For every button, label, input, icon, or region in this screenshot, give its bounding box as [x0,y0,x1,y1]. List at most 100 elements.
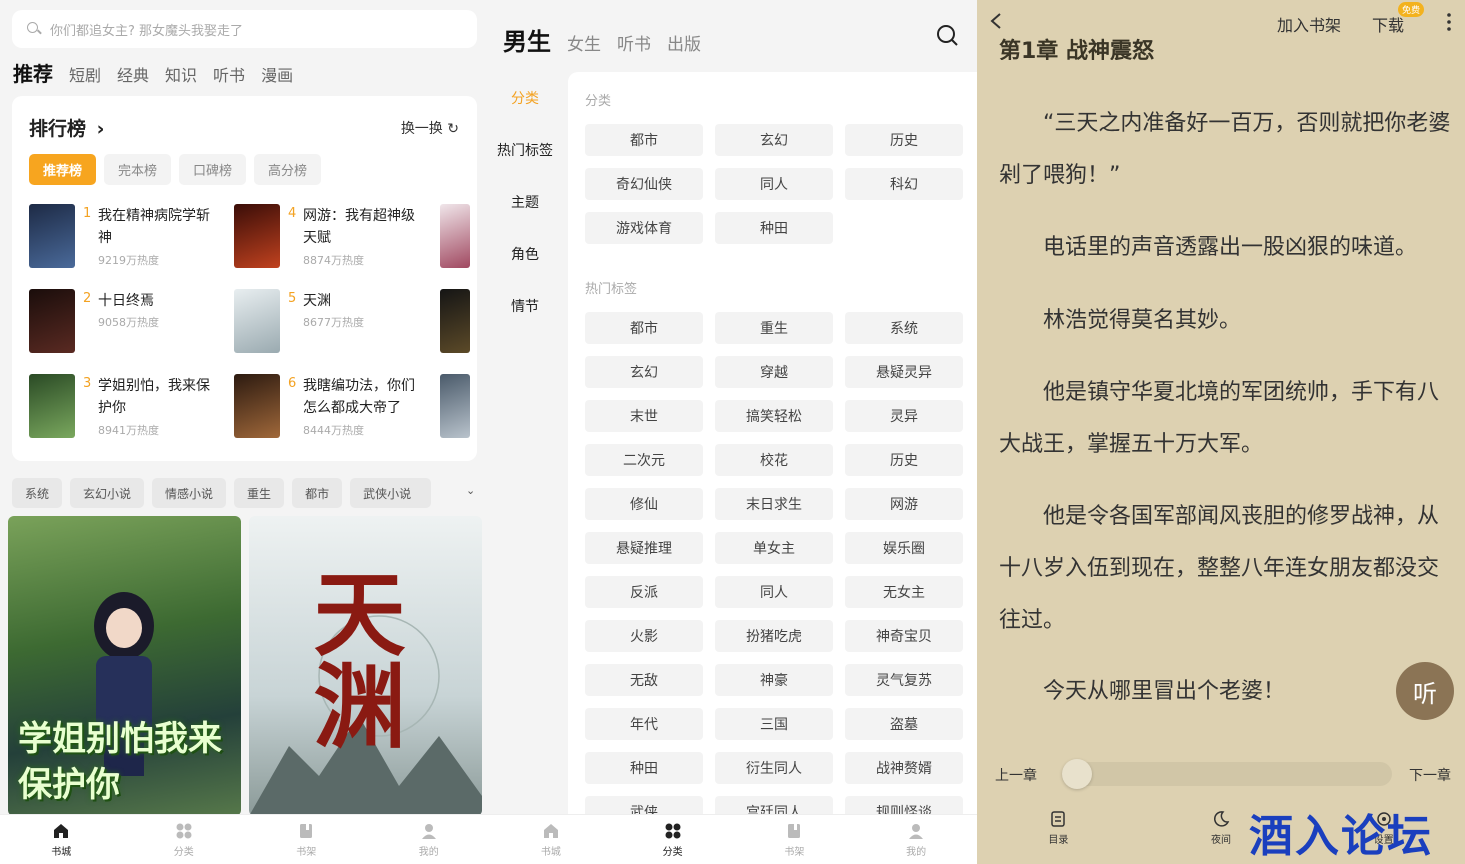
tab-male[interactable]: 男生 [503,22,551,57]
tab-recommend[interactable]: 推荐 [13,58,53,87]
hot-tag-chip[interactable]: 搞笑轻松 [715,400,833,432]
featured-book-cover[interactable]: 天渊 [249,516,482,816]
chapter-progress-slider[interactable] [1062,759,1392,789]
hot-tag-chip[interactable]: 悬疑推理 [585,532,703,564]
tag-chip[interactable]: 情感小说 [152,478,227,508]
hot-tag-chip[interactable]: 神豪 [715,664,833,696]
search-bar[interactable]: 你们都追女主? 那女魔头我娶走了 [12,10,477,48]
hot-tag-chip[interactable]: 重生 [715,312,833,344]
tab-audio[interactable]: 听书 [213,62,245,86]
category-chip[interactable]: 历史 [845,124,963,156]
tag-chip[interactable]: 都市 [292,478,343,508]
rank-item[interactable]: 4 网游：我有超神级天赋 8874万热度 [234,204,434,272]
listen-button[interactable]: 听 [1396,662,1454,720]
category-chip[interactable]: 游戏体育 [585,212,703,244]
back-icon[interactable] [989,12,1003,30]
nav-category[interactable]: 分类 [154,822,214,858]
add-to-shelf-button[interactable]: 加入书架 [1277,12,1341,36]
tab-comic[interactable]: 漫画 [261,62,293,86]
prev-chapter-button[interactable]: 上一章 [995,765,1037,785]
hot-tag-chip[interactable]: 灵异 [845,400,963,432]
rank-item[interactable]: 1 我在精神病院学斩神 9219万热度 [29,204,229,272]
hot-tag-chip[interactable]: 灵气复苏 [845,664,963,696]
hot-tag-chip[interactable]: 火影 [585,620,703,652]
book-cover-partial[interactable] [440,374,470,438]
nav-category[interactable]: 分类 [643,822,703,858]
tab-classic[interactable]: 经典 [117,62,149,86]
sidebar-item-role[interactable]: 角色 [490,228,560,280]
category-chip[interactable]: 种田 [715,212,833,244]
refresh-button[interactable]: 换一换 ↻ [401,118,459,138]
hot-tag-chip[interactable]: 系统 [845,312,963,344]
sidebar-item-hot-tags[interactable]: 热门标签 [490,124,560,176]
hot-tag-chip[interactable]: 战神赘婿 [845,752,963,784]
chip-high-score[interactable]: 高分榜 [254,154,322,185]
nav-bookshelf[interactable]: 书架 [764,822,824,858]
book-cover-partial[interactable] [440,289,470,353]
rank-title[interactable]: 排行榜 › [29,114,104,141]
nav-profile[interactable]: 我的 [886,822,946,858]
chip-finished[interactable]: 完本榜 [104,154,172,185]
hot-tag-chip[interactable]: 年代 [585,708,703,740]
hot-tag-chip[interactable]: 无敌 [585,664,703,696]
hot-tag-chip[interactable]: 穿越 [715,356,833,388]
category-chip[interactable]: 玄幻 [715,124,833,156]
chevron-down-icon[interactable]: ⌄ [466,484,475,497]
rank-item[interactable]: 2 十日终焉 9058万热度 [29,289,229,357]
hot-tag-chip[interactable]: 单女主 [715,532,833,564]
rank-item[interactable]: 6 我瞎编功法，你们怎么都成大帝了 8444万热度 [234,374,434,442]
hot-tag-chip[interactable]: 玄幻 [585,356,703,388]
hot-tag-chip[interactable]: 修仙 [585,488,703,520]
hot-tag-chip[interactable]: 三国 [715,708,833,740]
featured-book-cover[interactable]: 学姐别怕我来保护你 [8,516,241,816]
slider-knob[interactable] [1062,759,1092,789]
tag-chip[interactable]: 武侠小说 [350,478,432,508]
hot-tag-chip[interactable]: 网游 [845,488,963,520]
hot-tag-chip[interactable]: 末日求生 [715,488,833,520]
hot-tag-chip[interactable]: 校花 [715,444,833,476]
book-cover-partial[interactable] [440,204,470,268]
hot-tag-chip[interactable]: 无女主 [845,576,963,608]
hot-tag-chip[interactable]: 末世 [585,400,703,432]
download-button[interactable]: 下载 [1372,12,1404,36]
tab-female[interactable]: 女生 [567,30,601,55]
hot-tag-chip[interactable]: 娱乐圈 [845,532,963,564]
hot-tag-chip[interactable]: 盗墓 [845,708,963,740]
hot-tag-chip[interactable]: 同人 [715,576,833,608]
next-chapter-button[interactable]: 下一章 [1409,765,1451,785]
nav-profile[interactable]: 我的 [399,822,459,858]
rank-item[interactable]: 3 学姐别怕，我来保护你 8941万热度 [29,374,229,442]
hot-tag-chip[interactable]: 悬疑灵异 [845,356,963,388]
nav-toc[interactable]: 目录 [1028,810,1088,864]
tab-short-drama[interactable]: 短剧 [69,62,101,86]
tab-publish[interactable]: 出版 [667,30,701,55]
chip-reputation[interactable]: 口碑榜 [179,154,247,185]
sidebar-item-theme[interactable]: 主题 [490,176,560,228]
chip-recommend[interactable]: 推荐榜 [29,154,97,185]
tab-audio[interactable]: 听书 [617,30,651,55]
nav-bookstore[interactable]: 书城 [31,822,91,858]
tag-chip[interactable]: 系统 [12,478,63,508]
more-icon[interactable] [1447,12,1451,32]
nav-bookstore[interactable]: 书城 [521,822,581,858]
hot-tag-chip[interactable]: 衍生同人 [715,752,833,784]
hot-tag-chip[interactable]: 反派 [585,576,703,608]
search-icon[interactable] [936,24,958,46]
category-chip[interactable]: 都市 [585,124,703,156]
tag-chip[interactable]: 玄幻小说 [70,478,145,508]
category-chip[interactable]: 科幻 [845,168,963,200]
category-chip[interactable]: 奇幻仙侠 [585,168,703,200]
hot-tag-chip[interactable]: 扮猪吃虎 [715,620,833,652]
hot-tag-chip[interactable]: 神奇宝贝 [845,620,963,652]
hot-tag-chip[interactable]: 种田 [585,752,703,784]
tab-knowledge[interactable]: 知识 [165,62,197,86]
sidebar-item-category[interactable]: 分类 [490,72,560,124]
hot-tag-chip[interactable]: 二次元 [585,444,703,476]
nav-bookshelf[interactable]: 书架 [276,822,336,858]
sidebar-item-plot[interactable]: 情节 [490,280,560,332]
hot-tag-chip[interactable]: 历史 [845,444,963,476]
category-chip[interactable]: 同人 [715,168,833,200]
hot-tag-chip[interactable]: 都市 [585,312,703,344]
tag-chip[interactable]: 重生 [234,478,285,508]
rank-item[interactable]: 5 天渊 8677万热度 [234,289,434,357]
